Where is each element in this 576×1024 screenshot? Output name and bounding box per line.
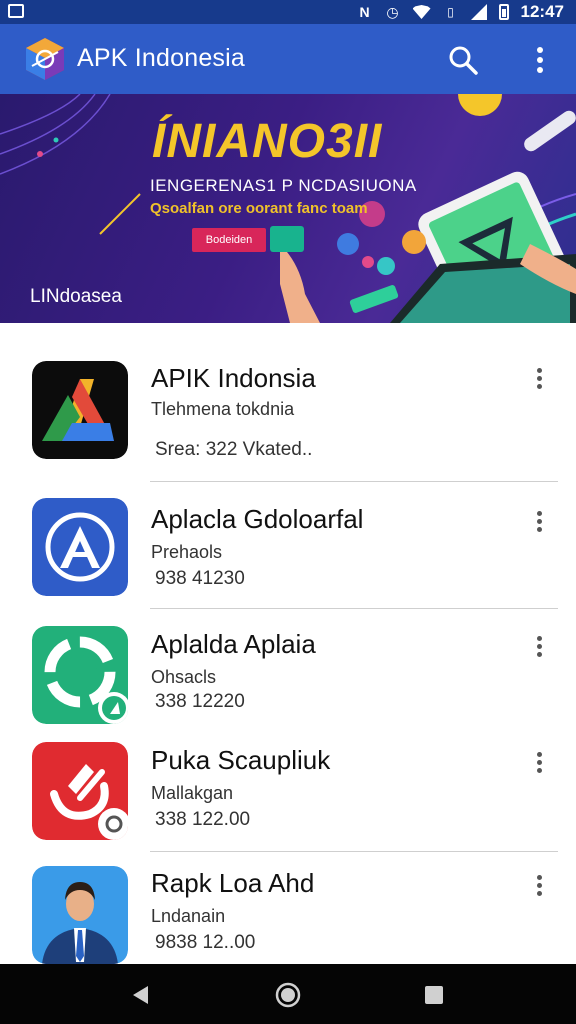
search-icon[interactable] bbox=[446, 43, 480, 77]
app-meta: 338 12220 bbox=[155, 691, 245, 712]
app-subtitle: Tlehmena tokdnia bbox=[151, 399, 295, 419]
status-bar: N ◷ ▯ 12:47 bbox=[0, 0, 576, 24]
banner-headline: ÍNIANO3II bbox=[152, 115, 383, 168]
banner-tagline: Qsoalfan ore oorant fanc toam bbox=[150, 200, 368, 217]
green-circle-icon bbox=[32, 626, 128, 724]
banner-cta-button[interactable]: Bodeiden bbox=[192, 228, 266, 252]
battery-icon bbox=[498, 4, 509, 20]
recents-icon[interactable] bbox=[424, 985, 444, 1005]
home-icon[interactable] bbox=[275, 982, 301, 1008]
app-meta: 9838 12..00 bbox=[155, 932, 256, 953]
app-bar: APK Indonesia bbox=[0, 24, 576, 94]
signal-icon bbox=[470, 4, 487, 20]
list-item[interactable]: APIK Indonsia Tlehmena tokdnia Srea: 322… bbox=[0, 323, 576, 481]
item-overflow-icon[interactable] bbox=[530, 872, 548, 900]
screen: N ◷ ▯ 12:47 APK Indonesia ÍNIANO3II IENG… bbox=[0, 0, 576, 1024]
app-title: Rapk Loa Ahd bbox=[151, 868, 315, 898]
app-title: Puka Scaupliuk bbox=[151, 745, 331, 775]
vibrate-icon: ▯ bbox=[447, 5, 454, 19]
item-overflow-icon[interactable] bbox=[530, 633, 548, 661]
list-item[interactable]: Rapk Loa Ahd Lndanain 9838 12..00 bbox=[0, 852, 576, 964]
person-icon bbox=[32, 866, 128, 964]
app-subtitle: Prehaols bbox=[151, 542, 223, 562]
app-logo-icon bbox=[26, 38, 64, 80]
back-icon[interactable] bbox=[130, 984, 152, 1006]
app-meta: 938 41230 bbox=[155, 568, 245, 589]
app-title: Aplalda Aplaia bbox=[151, 629, 316, 659]
apk-logo-icon bbox=[32, 361, 128, 459]
list-item[interactable]: Puka Scaupliuk Mallakgan 338 122.00 bbox=[0, 725, 576, 851]
overflow-menu-icon[interactable] bbox=[528, 44, 552, 76]
app-title: APK Indonesia bbox=[77, 44, 245, 72]
status-time: 12:47 bbox=[520, 2, 564, 21]
list-item[interactable]: Aplalda Aplaia Ohsacls 338 12220 bbox=[0, 609, 576, 725]
banner-share-button[interactable] bbox=[270, 226, 304, 252]
a-circle-icon bbox=[32, 498, 128, 596]
gallery-icon bbox=[8, 4, 24, 18]
alarm-icon: ◷ bbox=[386, 4, 399, 20]
app-title: Aplacla Gdoloarfal bbox=[151, 504, 364, 534]
app-subtitle: Ohsacls bbox=[151, 667, 217, 687]
nfc-icon: N bbox=[359, 4, 370, 20]
app-meta: Srea: 322 Vkated.. bbox=[155, 439, 313, 460]
app-subtitle: Lndanain bbox=[151, 906, 226, 926]
app-title: APIK Indonsia bbox=[151, 363, 316, 393]
wifi-icon bbox=[412, 5, 431, 19]
app-subtitle: Mallakgan bbox=[151, 783, 234, 803]
navigation-bar bbox=[0, 964, 576, 1024]
item-overflow-icon[interactable] bbox=[530, 508, 548, 536]
banner-subtitle: IENGERENAS1 P NCDASIUONA bbox=[150, 176, 417, 195]
red-swirl-icon bbox=[32, 742, 128, 840]
item-overflow-icon[interactable] bbox=[530, 749, 548, 777]
promo-banner[interactable]: ÍNIANO3II IENGERENAS1 P NCDASIUONA Qsoal… bbox=[0, 94, 576, 323]
banner-brand: LINdoasea bbox=[30, 286, 122, 307]
app-meta: 338 122.00 bbox=[155, 809, 251, 830]
item-overflow-icon[interactable] bbox=[530, 365, 548, 393]
list-item[interactable]: Aplacla Gdoloarfal Prehaols 938 41230 bbox=[0, 482, 576, 608]
